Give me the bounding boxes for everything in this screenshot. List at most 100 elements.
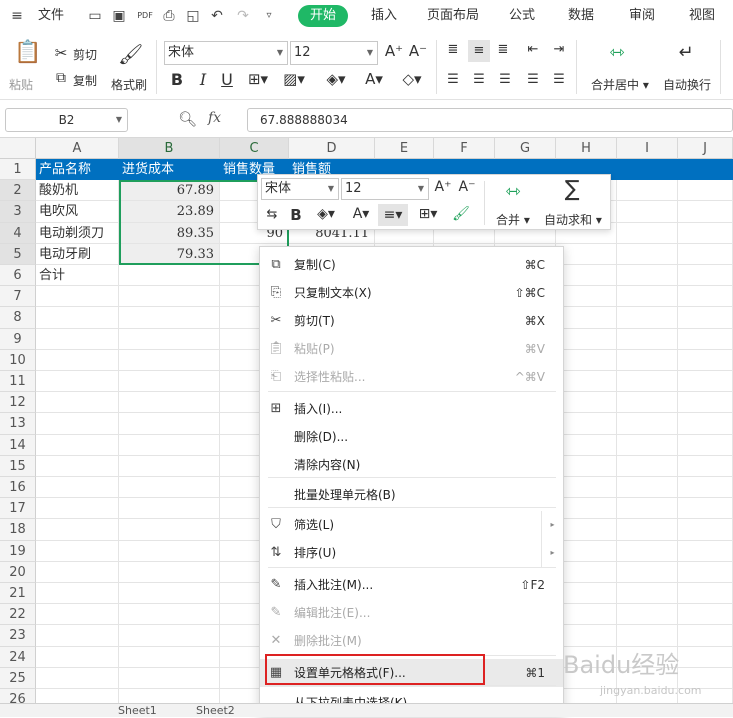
fill-color-icon[interactable]: ◈▾ <box>324 70 348 88</box>
clear-eraser-icon[interactable]: ◇▾ <box>400 70 424 88</box>
grid-cell[interactable] <box>617 392 678 414</box>
grid-cell[interactable] <box>678 455 733 477</box>
grid-cell[interactable] <box>119 434 220 456</box>
grid-cell[interactable] <box>678 349 733 371</box>
grid-cell[interactable] <box>617 243 678 265</box>
grid-cell[interactable] <box>36 371 119 393</box>
row-header-14[interactable]: 14 <box>0 434 36 456</box>
grid-cell[interactable] <box>119 328 220 350</box>
grid-cell[interactable] <box>556 519 617 541</box>
mini-wrap-icon[interactable]: ⇆ <box>262 207 282 222</box>
grid-cell[interactable] <box>556 434 617 456</box>
grid-cell[interactable] <box>36 667 119 689</box>
column-header-h[interactable]: H <box>556 138 617 159</box>
grid-cell[interactable] <box>119 583 220 605</box>
grid-cell[interactable] <box>119 371 220 393</box>
format-painter-icon[interactable]: 🖌 <box>118 42 143 66</box>
grid-cell[interactable] <box>617 328 678 350</box>
grid-cell[interactable] <box>119 498 220 520</box>
grid-cell[interactable] <box>556 265 617 287</box>
mini-align-icon[interactable]: ≡▾ <box>378 204 408 226</box>
grid-cell[interactable] <box>556 371 617 393</box>
grid-cell[interactable] <box>556 349 617 371</box>
context-menu-item[interactable]: ✂ 剪切(T) ⌘X <box>260 307 563 335</box>
copy-button[interactable]: 复制 <box>73 72 97 89</box>
grid-cell[interactable] <box>617 222 678 244</box>
row-header-4[interactable]: 4 <box>0 222 36 244</box>
grid-cell[interactable] <box>678 477 733 499</box>
grid-cell[interactable] <box>36 583 119 605</box>
grid-cell[interactable] <box>36 349 119 371</box>
column-header-e[interactable]: E <box>375 138 434 159</box>
grid-cell[interactable] <box>36 498 119 520</box>
grid-cell[interactable] <box>119 540 220 562</box>
grid-cell[interactable] <box>119 625 220 647</box>
align-left-icon[interactable]: ☰ <box>444 72 462 87</box>
grid-cell[interactable] <box>556 286 617 308</box>
grid-cell[interactable] <box>678 265 733 287</box>
menu-file[interactable]: 文件 <box>38 0 64 32</box>
grid-cell[interactable] <box>678 328 733 350</box>
paste-button-label[interactable]: 粘贴 <box>9 76 33 93</box>
increase-font-icon[interactable]: A⁺ <box>384 42 404 60</box>
grid-cell[interactable] <box>119 477 220 499</box>
grid-cell[interactable] <box>617 286 678 308</box>
distribute-icon[interactable]: ☰ <box>550 72 568 87</box>
select-all-corner[interactable] <box>0 138 36 159</box>
grid-cell[interactable] <box>36 434 119 456</box>
grid-cell[interactable] <box>36 307 119 329</box>
more-dropdown-icon[interactable]: ▿ <box>260 7 278 25</box>
copy-icon[interactable]: ⧉ <box>52 70 70 86</box>
grid-cell[interactable] <box>119 604 220 626</box>
product-name-cell[interactable]: 电动牙刷 <box>36 244 119 265</box>
row-header-23[interactable]: 23 <box>0 625 36 647</box>
row-header-13[interactable]: 13 <box>0 413 36 435</box>
grid-cell[interactable] <box>556 413 617 435</box>
grid-cell[interactable] <box>556 540 617 562</box>
grid-cell[interactable] <box>678 180 733 202</box>
header-cell[interactable]: 进货成本 <box>119 159 220 180</box>
row-header-12[interactable]: 12 <box>0 392 36 414</box>
grid-cell[interactable] <box>617 413 678 435</box>
context-menu-item[interactable]: ⇅ 排序(U) ▸ <box>260 539 563 567</box>
grid-cell[interactable] <box>678 498 733 520</box>
pdf-icon[interactable]: PDF <box>136 7 154 25</box>
grid-cell[interactable] <box>678 286 733 308</box>
tab-home[interactable]: 开始 <box>298 5 349 27</box>
grid-cell[interactable] <box>617 540 678 562</box>
context-menu-item[interactable]: ✎ 编辑批注(E)... <box>260 599 563 627</box>
product-name-cell[interactable]: 电动剃须刀 <box>36 223 119 244</box>
mini-bold-button[interactable]: B <box>288 206 304 224</box>
submenu-arrow-icon[interactable]: ▸ <box>541 539 563 567</box>
grid-cell[interactable] <box>617 477 678 499</box>
mini-decrease-font-icon[interactable]: A⁻ <box>457 179 477 195</box>
grid-cell[interactable] <box>678 222 733 244</box>
product-name-cell[interactable]: 酸奶机 <box>36 180 119 201</box>
tab-data[interactable]: 数据 <box>568 0 594 32</box>
row-header-11[interactable]: 11 <box>0 371 36 393</box>
grid-cell[interactable] <box>119 413 220 435</box>
grid-cell[interactable] <box>678 540 733 562</box>
grid-cell[interactable] <box>119 561 220 583</box>
column-header-d[interactable]: D <box>289 138 375 159</box>
align-center-icon[interactable]: ☰ <box>470 72 488 87</box>
grid-cell[interactable] <box>617 519 678 541</box>
mini-increase-font-icon[interactable]: A⁺ <box>433 179 453 195</box>
grid-cell[interactable] <box>36 604 119 626</box>
column-header-c[interactable]: C <box>220 138 289 159</box>
print-preview-icon[interactable]: ◱ <box>184 7 202 25</box>
grid-cell[interactable] <box>678 434 733 456</box>
tab-formulas[interactable]: 公式 <box>509 0 535 32</box>
grid-cell[interactable] <box>617 201 678 223</box>
grid-cell[interactable] <box>556 561 617 583</box>
mini-format-painter-icon[interactable]: 🖌 <box>452 206 470 222</box>
font-size-select[interactable]: 12 ▼ <box>290 41 378 65</box>
grid-cell[interactable] <box>36 392 119 414</box>
row-header-22[interactable]: 22 <box>0 604 36 626</box>
grid-cell[interactable] <box>617 561 678 583</box>
grid-cell[interactable] <box>617 625 678 647</box>
column-header-b[interactable]: B <box>119 138 220 159</box>
font-name-select[interactable]: 宋体 ▼ <box>164 41 288 65</box>
grid-cell[interactable] <box>119 392 220 414</box>
save-icon[interactable]: ▣ <box>110 7 128 25</box>
